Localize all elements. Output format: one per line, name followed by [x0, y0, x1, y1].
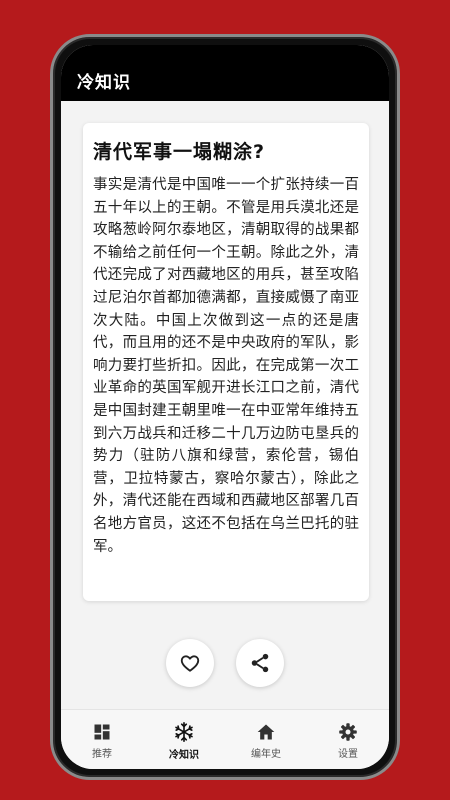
nav-label-settings: 设置: [338, 748, 358, 760]
nav-item-trivia[interactable]: 冷知识: [143, 710, 225, 769]
phone-frame: 冷知识 清代军事一塌糊涂? 事实是清代是中国唯一一个扩张持续一百五十年以上的王朝…: [50, 34, 400, 780]
nav-label-recommend: 推荐: [92, 748, 112, 760]
nav-item-settings[interactable]: 设置: [307, 710, 389, 769]
share-button[interactable]: [236, 639, 284, 687]
nav-item-chronicle[interactable]: 编年史: [225, 710, 307, 769]
screen: 冷知识 清代军事一塌糊涂? 事实是清代是中国唯一一个扩张持续一百五十年以上的王朝…: [61, 45, 389, 769]
fact-body: 事实是清代是中国唯一一个扩张持续一百五十年以上的王朝。不管是用兵漠北还是攻略葱岭…: [93, 177, 359, 555]
like-button[interactable]: [166, 639, 214, 687]
fact-title: 清代军事一塌糊涂?: [93, 141, 266, 163]
gear-icon: [338, 722, 358, 742]
action-buttons: [61, 639, 389, 687]
page-title: 冷知识: [77, 73, 131, 93]
fact-card: 清代军事一塌糊涂? 事实是清代是中国唯一一个扩张持续一百五十年以上的王朝。不管是…: [83, 123, 369, 601]
share-icon: [249, 652, 271, 674]
nav-item-recommend[interactable]: 推荐: [61, 710, 143, 769]
nav-label-chronicle: 编年史: [251, 748, 281, 760]
app-bar: 冷知识: [61, 45, 389, 101]
bottom-nav: 推荐 冷知识 编年史 设置: [61, 709, 389, 769]
dashboard-icon: [92, 722, 112, 742]
home-icon: [256, 722, 276, 742]
heart-icon: [179, 652, 201, 674]
nav-label-trivia: 冷知识: [169, 749, 199, 761]
snowflake-icon: [173, 721, 195, 743]
